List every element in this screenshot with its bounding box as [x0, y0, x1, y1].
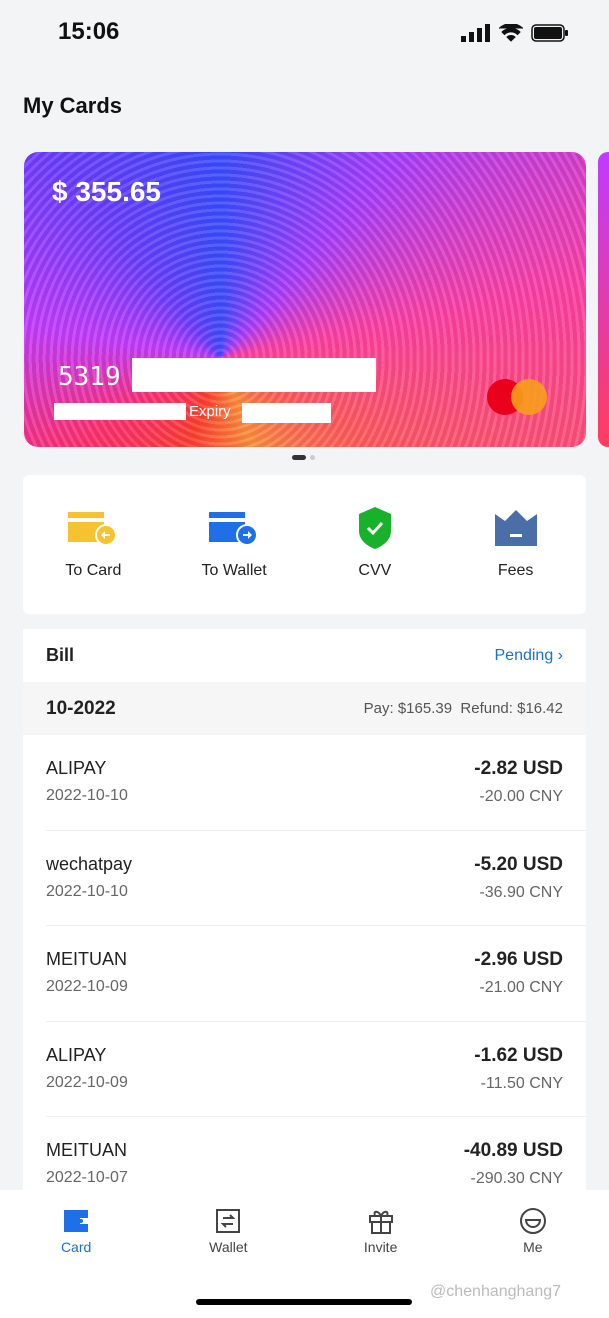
amount-usd: -1.62 USD	[474, 1044, 563, 1066]
amount-usd: -40.89 USD	[463, 1140, 563, 1161]
wifi-icon	[499, 24, 523, 42]
page-title: My Cards	[23, 93, 123, 118]
transaction-date: 2022-10-10	[46, 787, 128, 804]
card-pager	[292, 455, 315, 460]
bill-section: Bill Pending › 10-2022 Pay: $165.39 Refund…	[23, 629, 586, 1213]
merchant-name: MEITUAN	[46, 949, 127, 969]
redacted-number	[132, 358, 376, 392]
bill-title: Bill	[46, 645, 75, 665]
crown-icon	[494, 510, 537, 546]
transaction-date: 2022-10-07	[46, 1169, 128, 1186]
amount-cny: -36.90 CNY	[479, 883, 563, 901]
transaction-row[interactable]: wechatpay 2022-10-10 -5.20 USD -36.90 CNY	[46, 831, 586, 926]
amount-cny: -11.50 CNY	[480, 1074, 563, 1092]
quick-actions: To Card To Wallet CVV Fees	[23, 475, 586, 614]
wallet-transfer-icon	[216, 1209, 241, 1233]
watermark: @chenhanghang7	[430, 1283, 562, 1300]
transaction-row[interactable]: ALIPAY 2022-10-10 -2.82 USD -20.00 CNY	[46, 735, 586, 831]
next-card-peek[interactable]	[598, 152, 609, 447]
gift-icon	[368, 1210, 393, 1234]
card-number: 5319	[58, 362, 121, 392]
status-icons	[461, 24, 569, 42]
amount-cny: -20.00 CNY	[479, 788, 563, 805]
expiry-label: Expiry	[189, 403, 231, 420]
cvv-button[interactable]: CVV	[305, 475, 446, 614]
transaction-row[interactable]: ALIPAY 2022-10-09 -1.62 USD -11.50 CNY	[46, 1022, 586, 1117]
pending-label: Pending	[494, 646, 554, 664]
bank-card[interactable]: $ 355.65 5319 Expiry	[24, 152, 586, 447]
refund-total: Refund: $16.42	[460, 700, 563, 717]
amount-cny: -21.00 CNY	[479, 979, 563, 996]
card-in-icon	[68, 512, 118, 546]
mastercard-logo	[487, 379, 547, 415]
tab-card[interactable]: Card	[0, 1190, 152, 1318]
to-wallet-button[interactable]: To Wallet	[164, 475, 305, 614]
fees-label: Fees	[497, 562, 534, 579]
month-header: 10-2022 Pay: $165.39 Refund: $16.42	[23, 682, 586, 735]
transaction-row[interactable]: MEITUAN 2022-10-09 -2.96 USD -21.00 CNY	[46, 926, 586, 1022]
chevron-right-icon: ›	[557, 646, 563, 664]
redacted-name	[54, 403, 186, 420]
card-balance: $ 355.65	[52, 176, 161, 207]
merchant-name: wechatpay	[46, 853, 133, 874]
cvv-label: CVV	[358, 562, 392, 579]
redacted-expiry	[242, 403, 331, 423]
tab-card-label: Card	[60, 1239, 92, 1255]
pending-link[interactable]: Pending ›	[495, 647, 564, 665]
transaction-date: 2022-10-09	[46, 1073, 128, 1091]
tab-me-label: Me	[523, 1239, 543, 1255]
signal-icon	[461, 24, 490, 42]
amount-cny: -290.30 CNY	[470, 1170, 564, 1187]
fees-button[interactable]: Fees	[445, 475, 586, 614]
merchant-name: ALIPAY	[46, 758, 107, 778]
card-out-icon	[209, 512, 259, 546]
battery-icon	[531, 24, 568, 42]
amount-usd: -5.20 USD	[474, 853, 563, 875]
tab-wallet-label: Wallet	[209, 1239, 248, 1255]
tab-invite-label: Invite	[363, 1239, 398, 1255]
home-indicator	[196, 1299, 412, 1305]
to-card-label: To Card	[65, 562, 122, 579]
card-tab-icon	[64, 1210, 89, 1232]
to-wallet-label: To Wallet	[201, 562, 267, 579]
transaction-date: 2022-10-09	[46, 978, 128, 995]
amount-usd: -2.82 USD	[474, 758, 563, 779]
merchant-name: MEITUAN	[46, 1140, 127, 1160]
pay-total: Pay: $165.39	[363, 700, 453, 717]
merchant-name: ALIPAY	[46, 1044, 107, 1065]
transaction-date: 2022-10-10	[46, 882, 128, 900]
amount-usd: -2.96 USD	[474, 949, 563, 970]
shield-check-icon	[358, 507, 391, 549]
status-time: 15:06	[58, 18, 120, 45]
month-label: 10-2022	[46, 697, 116, 719]
to-card-button[interactable]: To Card	[23, 475, 164, 614]
smile-icon	[519, 1208, 546, 1234]
